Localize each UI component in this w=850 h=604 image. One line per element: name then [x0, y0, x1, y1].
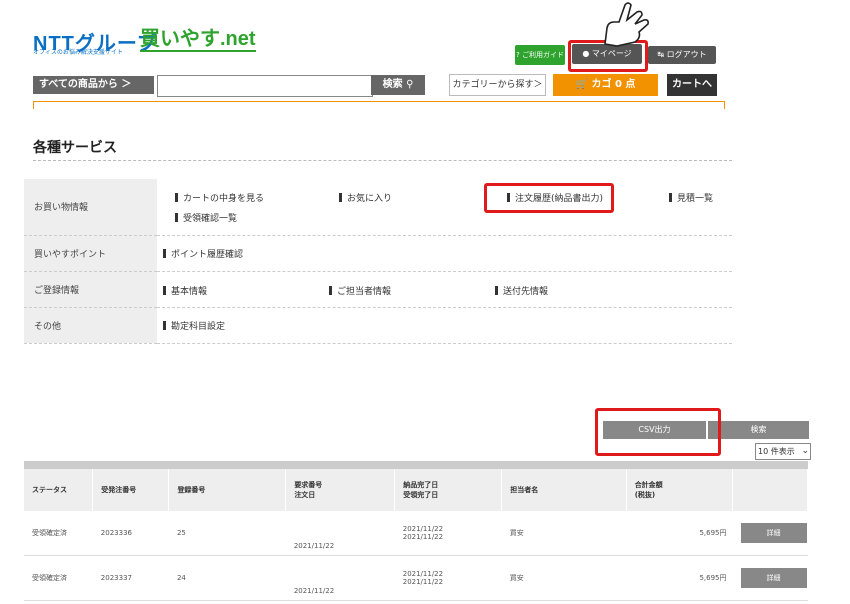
cart-contents-link[interactable]: カートの中身を見る	[175, 191, 264, 204]
all-products-dropdown[interactable]: すべての商品から ＞	[33, 76, 154, 94]
reg-no-cell: 24	[168, 555, 286, 601]
detail-button[interactable]: 詳細	[740, 523, 807, 543]
pointer-hand-icon	[604, 2, 649, 47]
category-search-button[interactable]: カテゴリーから探す＞	[449, 74, 546, 96]
logout-icon: ↹	[657, 50, 667, 59]
to-cart-button[interactable]: カートへ	[667, 74, 717, 96]
category-shopping: お買い物情報	[24, 179, 157, 236]
order-no-cell: 2023336	[92, 511, 169, 556]
favorites-link[interactable]: お気に入り	[339, 191, 392, 204]
services-table: お買い物情報 カートの中身を見る お気に入り 注文履歴(納品書出力) 見積一覧 …	[24, 179, 732, 344]
person-cell: 買安	[501, 511, 627, 556]
receipt-confirm-link[interactable]: 受領確認一覧	[175, 211, 237, 224]
order-date-cell: 2021/11/22	[285, 511, 395, 556]
col-delivery-dates: 納品完了日 受領完了日	[394, 469, 503, 511]
col-request-order-date: 要求番号 注文日	[285, 469, 396, 511]
col-reg-no: 登録番号	[168, 469, 287, 511]
order-search-button[interactable]: 検索	[708, 421, 809, 439]
shipping-address-link[interactable]: 送付先情報	[495, 284, 548, 297]
delivery-dates-cell: 2021/11/22 2021/11/22	[394, 555, 502, 601]
category-registration: ご登録情報	[24, 271, 157, 308]
basic-info-link[interactable]: 基本情報	[163, 284, 207, 297]
category-points: 買いやすポイント	[24, 235, 157, 272]
col-action	[732, 469, 808, 511]
col-status: ステータス	[24, 469, 94, 511]
total-cell: 5,695円	[626, 555, 733, 601]
per-page-select[interactable]: 10 件表示 ⌄	[755, 443, 811, 460]
search-input[interactable]	[157, 75, 373, 97]
col-order-no: 受発注番号	[92, 469, 170, 511]
status-cell: 受領確定済	[24, 511, 93, 556]
user-icon: ●	[582, 49, 592, 58]
page-title: 各種サービス	[33, 140, 117, 156]
site-logo[interactable]: 買いやす.net	[140, 28, 256, 52]
col-person: 担当者名	[501, 469, 627, 511]
reg-no-cell: 25	[168, 511, 286, 556]
table-row: 受領確定済 2023336 25 2021/11/22 2021/11/22 2…	[24, 511, 808, 556]
orders-table: ステータス 受発注番号 登録番号 要求番号 注文日 納品完了日 受領完了日 担当…	[24, 461, 808, 601]
table-top-bar	[24, 461, 808, 469]
logout-button[interactable]: ↹ ログアウト	[648, 46, 716, 64]
csv-highlight	[595, 408, 721, 456]
order-history-highlight	[484, 183, 614, 213]
detail-button[interactable]: 詳細	[740, 568, 807, 588]
quote-list-link[interactable]: 見積一覧	[669, 191, 713, 204]
magnifier-icon: ⚲	[406, 79, 414, 90]
points-history-link[interactable]: ポイント履歴確認	[163, 247, 243, 260]
logo-subtitle: オフィスのお悩み解決支援サイト	[33, 49, 123, 56]
contact-person-link[interactable]: ご担当者情報	[329, 284, 391, 297]
title-divider	[33, 160, 732, 161]
table-row: 受領確定済 2023337 24 2021/11/22 2021/11/22 2…	[24, 555, 808, 601]
chevron-down-icon: ⌄	[801, 446, 809, 456]
search-button[interactable]: 検索 ⚲	[371, 75, 425, 95]
cart-icon: 🛒	[575, 79, 592, 90]
account-settings-link[interactable]: 勘定科目設定	[163, 319, 225, 332]
category-other: その他	[24, 307, 157, 344]
cart-count-button[interactable]: 🛒 カゴ 0 点	[553, 74, 658, 96]
delivery-dates-cell: 2021/11/22 2021/11/22	[394, 511, 502, 556]
order-date-cell: 2021/11/22	[285, 555, 395, 601]
status-cell: 受領確定済	[24, 555, 93, 601]
order-no-cell: 2023337	[92, 555, 169, 601]
total-cell: 5,695円	[626, 511, 733, 556]
col-total: 合計金額 (税抜)	[626, 469, 734, 511]
guide-button[interactable]: ? ご利用ガイド	[515, 45, 565, 65]
person-cell: 買安	[501, 555, 627, 601]
header-divider	[33, 101, 725, 109]
